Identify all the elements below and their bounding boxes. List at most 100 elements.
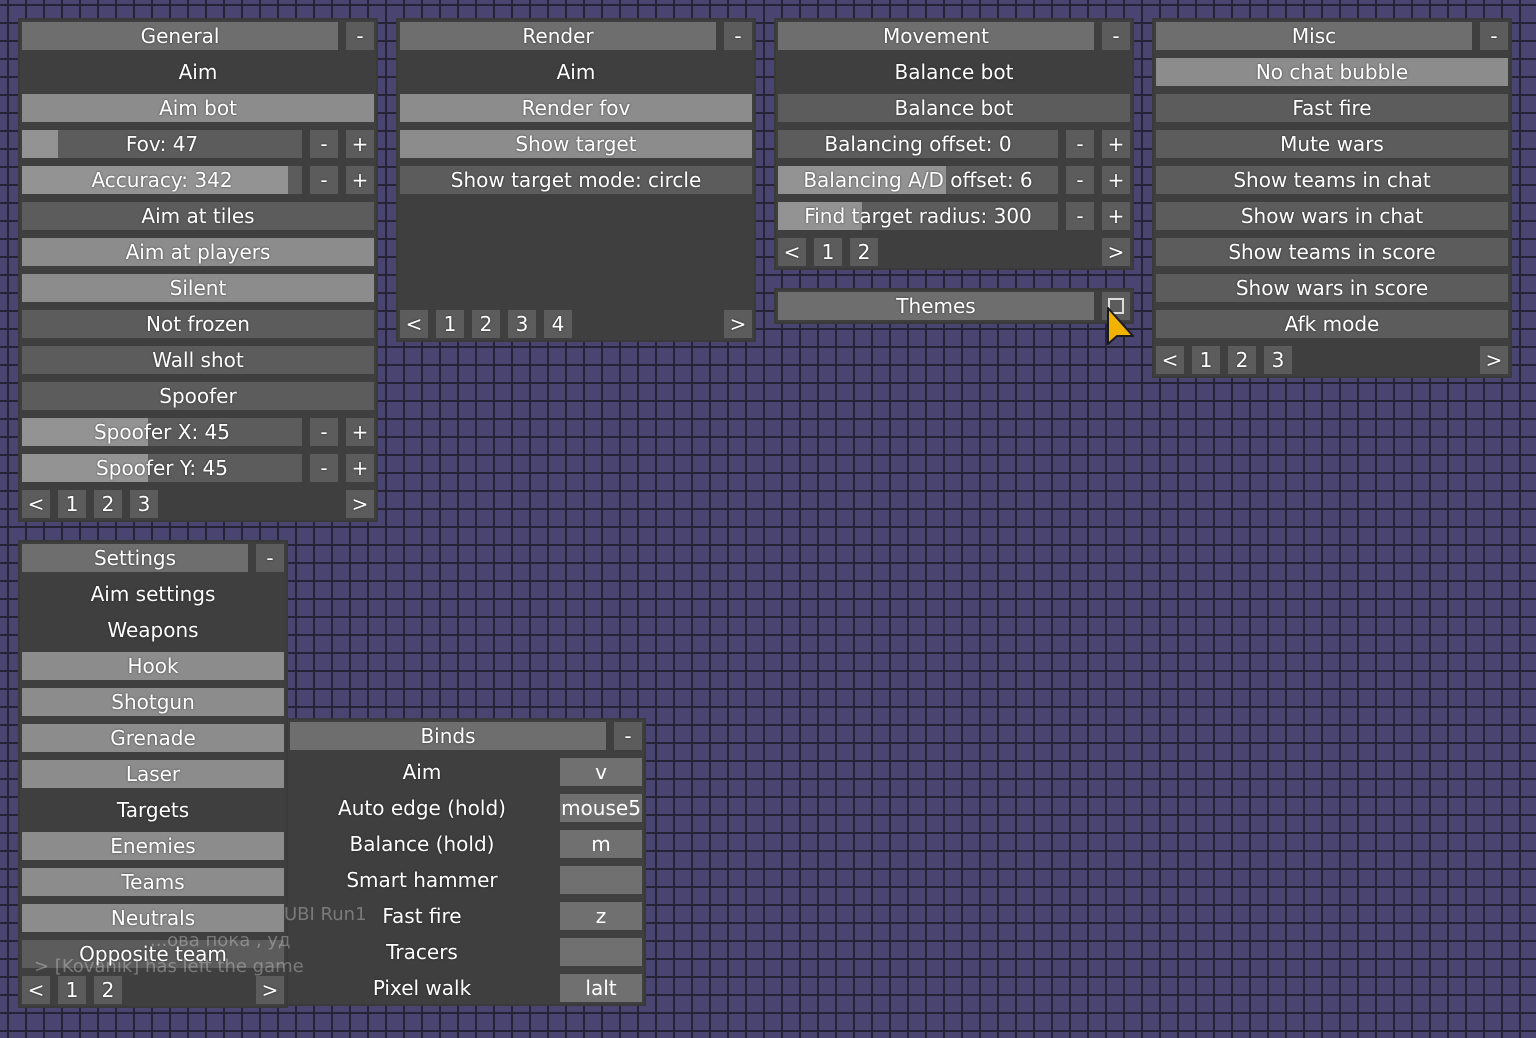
fov-decrement-button[interactable]: - [310,130,338,158]
balancing-offset-slider[interactable]: Balancing offset: 0 [778,130,1058,158]
bind-label-balance: Balance (hold) [349,832,495,856]
accuracy-label: Accuracy: 342 [91,168,233,192]
movement-title[interactable]: Movement [778,22,1094,50]
balance-bot-toggle[interactable]: Balance bot [778,94,1130,122]
show-target-mode-selector[interactable]: Show target mode: circle [400,166,752,194]
find-target-radius-increment-button[interactable]: + [1102,202,1130,230]
accuracy-slider[interactable]: Accuracy: 342 [22,166,302,194]
render-collapse-button[interactable]: - [724,22,752,50]
accuracy-decrement-button[interactable]: - [310,166,338,194]
balancing-ad-offset-slider[interactable]: Balancing A/D offset: 6 [778,166,1058,194]
settings-prev-page-button[interactable]: < [22,976,50,1004]
movement-collapse-button[interactable]: - [1102,22,1130,50]
mute-wars-toggle[interactable]: Mute wars [1156,130,1508,158]
silent-toggle[interactable]: Silent [22,274,374,302]
misc-collapse-button[interactable]: - [1480,22,1508,50]
binds-title[interactable]: Binds [290,722,606,750]
spoofer-x-decrement-button[interactable]: - [310,418,338,446]
show-wars-in-score-toggle[interactable]: Show wars in score [1156,274,1508,302]
general-collapse-button[interactable]: - [346,22,374,50]
spoofer-y-decrement-button[interactable]: - [310,454,338,482]
balancing-ad-offset-increment-button[interactable]: + [1102,166,1130,194]
fov-increment-button[interactable]: + [346,130,374,158]
general-title[interactable]: General [22,22,338,50]
fov-slider[interactable]: Fov: 47 [22,130,302,158]
spoofer-toggle[interactable]: Spoofer [22,382,374,410]
balancing-offset-decrement-button[interactable]: - [1066,130,1094,158]
fov-label: Fov: 47 [125,132,199,156]
render-page-2-button[interactable]: 2 [472,310,500,338]
render-prev-page-button[interactable]: < [400,310,428,338]
settings-page-1-button[interactable]: 1 [58,976,86,1004]
neutrals-toggle[interactable]: Neutrals [22,904,284,932]
shotgun-toggle[interactable]: Shotgun [22,688,284,716]
misc-page-3-button[interactable]: 3 [1264,346,1292,374]
not-frozen-toggle[interactable]: Not frozen [22,310,374,338]
bind-key-pixel-walk[interactable]: lalt [560,974,642,1002]
bind-key-smart-hammer[interactable] [560,866,642,894]
hook-toggle[interactable]: Hook [22,652,284,680]
grenade-toggle[interactable]: Grenade [22,724,284,752]
general-page-2-button[interactable]: 2 [94,490,122,518]
settings-page-2-button[interactable]: 2 [94,976,122,1004]
settings-collapse-button[interactable]: - [256,544,284,572]
show-wars-in-chat-toggle[interactable]: Show wars in chat [1156,202,1508,230]
themes-panel: Themes [776,290,1132,322]
render-title[interactable]: Render [400,22,716,50]
general-page-1-button[interactable]: 1 [58,490,86,518]
misc-page-1-button[interactable]: 1 [1192,346,1220,374]
balancing-offset-increment-button[interactable]: + [1102,130,1130,158]
general-next-page-button[interactable]: > [346,490,374,518]
afk-mode-toggle[interactable]: Afk mode [1156,310,1508,338]
settings-title[interactable]: Settings [22,544,248,572]
spoofer-y-slider[interactable]: Spoofer Y: 45 [22,454,302,482]
no-chat-bubble-toggle[interactable]: No chat bubble [1156,58,1508,86]
chat-ghost-line-3: > [Kovanik] has left the game [34,956,304,977]
bind-key-tracers[interactable] [560,938,642,966]
movement-prev-page-button[interactable]: < [778,238,806,266]
balancing-ad-offset-decrement-button[interactable]: - [1066,166,1094,194]
show-teams-in-score-toggle[interactable]: Show teams in score [1156,238,1508,266]
bind-key-auto-edge[interactable]: mouse5 [560,794,642,822]
themes-title[interactable]: Themes [778,292,1094,320]
misc-page-2-button[interactable]: 2 [1228,346,1256,374]
bind-label-aim: Aim [402,760,442,784]
render-page-1-button[interactable]: 1 [436,310,464,338]
show-target-toggle[interactable]: Show target [400,130,752,158]
movement-next-page-button[interactable]: > [1102,238,1130,266]
movement-page-1-button[interactable]: 1 [814,238,842,266]
accuracy-increment-button[interactable]: + [346,166,374,194]
balance-bot-section-header: Balance bot [778,58,1130,86]
spoofer-x-slider[interactable]: Spoofer X: 45 [22,418,302,446]
enemies-toggle[interactable]: Enemies [22,832,284,860]
movement-page-2-button[interactable]: 2 [850,238,878,266]
aim-bot-toggle[interactable]: Aim bot [22,94,374,122]
general-page-3-button[interactable]: 3 [130,490,158,518]
misc-next-page-button[interactable]: > [1480,346,1508,374]
aim-at-players-toggle[interactable]: Aim at players [22,238,374,266]
teams-toggle[interactable]: Teams [22,868,284,896]
misc-title[interactable]: Misc [1156,22,1472,50]
render-page-4-button[interactable]: 4 [544,310,572,338]
laser-toggle[interactable]: Laser [22,760,284,788]
aim-at-tiles-toggle[interactable]: Aim at tiles [22,202,374,230]
misc-prev-page-button[interactable]: < [1156,346,1184,374]
spoofer-y-increment-button[interactable]: + [346,454,374,482]
binds-collapse-button[interactable]: - [614,722,642,750]
render-fov-toggle[interactable]: Render fov [400,94,752,122]
settings-next-page-button[interactable]: > [256,976,284,1004]
show-teams-in-chat-toggle[interactable]: Show teams in chat [1156,166,1508,194]
bind-key-balance[interactable]: m [560,830,642,858]
bind-key-aim[interactable]: v [560,758,642,786]
fast-fire-toggle[interactable]: Fast fire [1156,94,1508,122]
render-page-3-button[interactable]: 3 [508,310,536,338]
wall-shot-toggle[interactable]: Wall shot [22,346,374,374]
bind-key-fast-fire[interactable]: z [560,902,642,930]
render-next-page-button[interactable]: > [724,310,752,338]
aim-section-header: Aim [22,58,374,86]
find-target-radius-slider[interactable]: Find target radius: 300 [778,202,1058,230]
general-prev-page-button[interactable]: < [22,490,50,518]
find-target-radius-decrement-button[interactable]: - [1066,202,1094,230]
weapons-section-header: Weapons [22,616,284,644]
spoofer-x-increment-button[interactable]: + [346,418,374,446]
